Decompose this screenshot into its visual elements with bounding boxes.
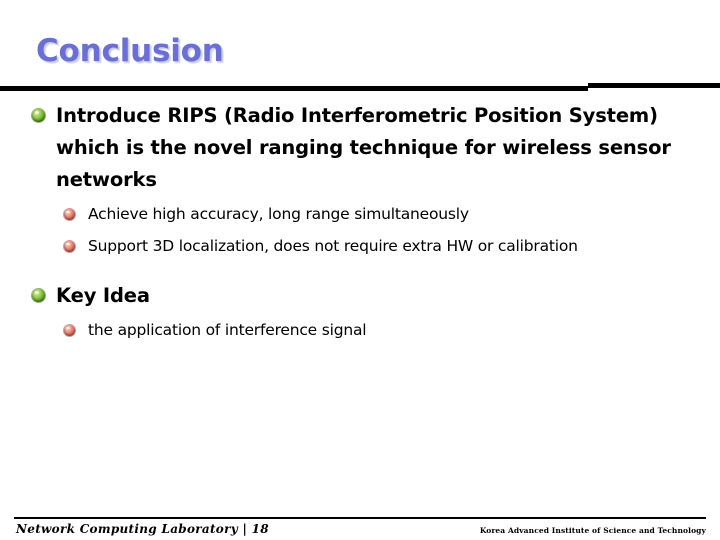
bullet-item-level1: Key Idea: [0, 280, 720, 312]
slide-canvas: Conclusion Introduce RIPS (Radio Interfe…: [0, 0, 720, 540]
footer-right-text: Korea Advanced Institute of Science and …: [479, 526, 706, 535]
red-gem-bullet-icon: [64, 325, 75, 336]
footer-divider: [14, 517, 706, 519]
red-gem-bullet-icon: [64, 241, 75, 252]
bullet-text: Achieve high accuracy, long range simult…: [88, 205, 469, 223]
footer-left-text: Network Computing Laboratory | 18: [16, 522, 269, 536]
bullet-item-level2: Achieve high accuracy, long range simult…: [0, 198, 720, 230]
bullet-text: Introduce RIPS (Radio Interferometric Po…: [56, 104, 671, 191]
green-gem-bullet-icon: [32, 109, 45, 122]
bullet-text: the application of interference signal: [88, 321, 367, 339]
red-gem-bullet-icon: [64, 209, 75, 220]
bullet-item-level2: Support 3D localization, does not requir…: [0, 230, 720, 262]
title-divider-left: [0, 86, 588, 91]
bullet-item-level1: Introduce RIPS (Radio Interferometric Po…: [0, 100, 720, 196]
bullet-text: Support 3D localization, does not requir…: [88, 237, 578, 255]
bullet-text: Key Idea: [56, 284, 150, 307]
page-title: Conclusion: [36, 33, 224, 69]
slide-body: Introduce RIPS (Radio Interferometric Po…: [0, 100, 720, 346]
bullet-item-level2: the application of interference signal: [0, 314, 720, 346]
green-gem-bullet-icon: [32, 289, 45, 302]
title-divider-right: [588, 83, 720, 88]
